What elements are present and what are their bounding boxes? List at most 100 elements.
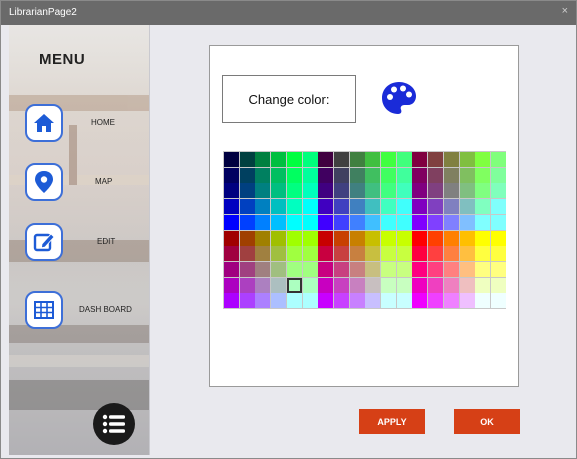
color-swatch[interactable] (224, 214, 239, 230)
color-swatch[interactable] (365, 246, 381, 262)
color-swatch[interactable] (239, 214, 255, 230)
color-swatch[interactable] (428, 293, 444, 309)
color-swatch[interactable] (255, 214, 271, 230)
color-swatch[interactable] (302, 199, 318, 215)
color-swatch[interactable] (271, 214, 287, 230)
color-swatch[interactable] (271, 246, 287, 262)
color-swatch[interactable] (286, 230, 302, 246)
color-swatch[interactable] (428, 199, 444, 215)
color-swatch[interactable] (286, 214, 302, 230)
color-swatch[interactable] (428, 261, 444, 277)
color-swatch-selected[interactable] (286, 277, 302, 293)
color-swatch[interactable] (475, 199, 491, 215)
color-swatch[interactable] (333, 167, 349, 183)
color-swatch[interactable] (302, 183, 318, 199)
color-swatch[interactable] (459, 199, 475, 215)
color-swatch[interactable] (318, 152, 334, 167)
color-swatch[interactable] (412, 261, 428, 277)
close-icon[interactable]: × (562, 5, 568, 17)
title-bar[interactable]: LibrarianPage2 × (1, 1, 576, 25)
color-swatch[interactable] (224, 277, 239, 293)
color-swatch[interactable] (365, 293, 381, 309)
color-swatch[interactable] (333, 261, 349, 277)
color-swatch[interactable] (412, 246, 428, 262)
color-swatch[interactable] (365, 261, 381, 277)
color-swatch[interactable] (490, 230, 506, 246)
color-swatch[interactable] (443, 167, 459, 183)
color-swatch[interactable] (396, 214, 412, 230)
color-swatch[interactable] (443, 183, 459, 199)
color-swatch[interactable] (224, 230, 239, 246)
color-swatch[interactable] (459, 152, 475, 167)
color-swatch[interactable] (318, 246, 334, 262)
color-swatch[interactable] (255, 277, 271, 293)
color-swatch[interactable] (224, 293, 239, 309)
color-swatch[interactable] (302, 214, 318, 230)
color-swatch[interactable] (475, 293, 491, 309)
color-swatch[interactable] (381, 261, 396, 277)
color-swatch[interactable] (349, 199, 365, 215)
color-swatch[interactable] (428, 246, 444, 262)
sidebar-item-home[interactable]: HOME (25, 104, 149, 144)
color-swatch[interactable] (396, 293, 412, 309)
color-swatch[interactable] (412, 230, 428, 246)
color-swatch[interactable] (239, 277, 255, 293)
color-swatch[interactable] (428, 183, 444, 199)
color-swatch[interactable] (255, 152, 271, 167)
color-swatch[interactable] (286, 199, 302, 215)
color-swatch[interactable] (333, 199, 349, 215)
color-swatch[interactable] (349, 293, 365, 309)
color-swatch[interactable] (302, 230, 318, 246)
color-swatch[interactable] (490, 214, 506, 230)
color-swatch[interactable] (271, 167, 287, 183)
color-swatch[interactable] (459, 214, 475, 230)
color-swatch[interactable] (333, 214, 349, 230)
sidebar-item-dashboard[interactable]: DASH BOARD (25, 291, 149, 331)
color-swatch[interactable] (428, 230, 444, 246)
color-swatch[interactable] (396, 277, 412, 293)
color-swatch[interactable] (255, 183, 271, 199)
color-swatch[interactable] (365, 199, 381, 215)
color-swatch[interactable] (443, 246, 459, 262)
color-swatch[interactable] (459, 167, 475, 183)
color-swatch[interactable] (490, 167, 506, 183)
color-swatch[interactable] (443, 277, 459, 293)
sidebar-item-map[interactable]: MAP (25, 163, 149, 203)
color-swatch[interactable] (396, 167, 412, 183)
color-swatch[interactable] (224, 199, 239, 215)
color-swatch[interactable] (271, 183, 287, 199)
color-swatch[interactable] (255, 230, 271, 246)
color-swatch[interactable] (490, 183, 506, 199)
color-swatch[interactable] (412, 199, 428, 215)
palette-icon[interactable] (381, 80, 417, 116)
color-swatch[interactable] (459, 246, 475, 262)
color-swatch[interactable] (224, 183, 239, 199)
color-swatch[interactable] (302, 152, 318, 167)
color-swatch[interactable] (318, 277, 334, 293)
color-swatch[interactable] (255, 246, 271, 262)
color-swatch[interactable] (333, 183, 349, 199)
apply-button[interactable]: APPLY (359, 409, 425, 434)
color-swatch[interactable] (396, 246, 412, 262)
color-swatch[interactable] (396, 199, 412, 215)
color-swatch[interactable] (333, 152, 349, 167)
color-swatch[interactable] (271, 261, 287, 277)
color-swatch[interactable] (302, 261, 318, 277)
color-swatch[interactable] (333, 230, 349, 246)
color-swatch[interactable] (412, 152, 428, 167)
color-swatch[interactable] (271, 277, 287, 293)
color-swatch[interactable] (428, 167, 444, 183)
color-swatch[interactable] (224, 246, 239, 262)
color-swatch[interactable] (490, 246, 506, 262)
color-swatch[interactable] (475, 246, 491, 262)
color-swatch[interactable] (459, 183, 475, 199)
color-swatch[interactable] (318, 167, 334, 183)
color-swatch[interactable] (239, 152, 255, 167)
color-swatch[interactable] (349, 277, 365, 293)
color-swatch[interactable] (381, 230, 396, 246)
color-swatch[interactable] (239, 261, 255, 277)
color-swatch[interactable] (255, 167, 271, 183)
color-swatch[interactable] (459, 293, 475, 309)
color-swatch[interactable] (396, 183, 412, 199)
color-swatch[interactable] (271, 152, 287, 167)
